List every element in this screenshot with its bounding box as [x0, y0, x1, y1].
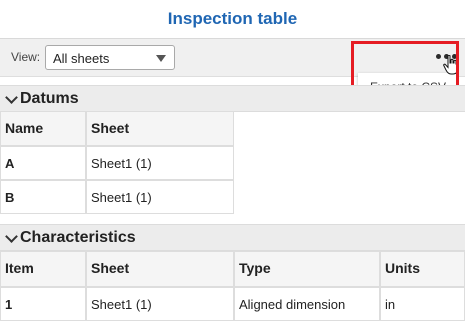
table-cell: Sheet1 (1) — [86, 287, 234, 321]
view-select[interactable]: All sheets — [45, 45, 175, 70]
view-select-value: All sheets — [53, 51, 110, 66]
datums-section-label: Datums — [20, 90, 79, 107]
table-cell: in — [380, 287, 465, 321]
characteristics-section-label: Characteristics — [20, 229, 136, 246]
chevron-down-icon — [5, 91, 18, 104]
table-cell: Sheet1 (1) — [86, 146, 234, 180]
column-header-item: Item — [0, 251, 86, 287]
chevron-down-icon — [156, 55, 166, 62]
column-header-type: Type — [234, 251, 380, 287]
datums-section-header[interactable]: Datums — [0, 85, 465, 112]
chevron-down-icon — [5, 230, 18, 243]
column-header-sheet: Sheet — [86, 111, 234, 146]
view-label: View: — [11, 50, 41, 64]
table-cell: B — [0, 180, 86, 214]
table-cell: Aligned dimension — [234, 287, 380, 321]
page-title: Inspection table — [167, 9, 298, 28]
table-cell: 1 — [0, 287, 86, 321]
characteristics-section-header[interactable]: Characteristics — [0, 224, 465, 251]
column-header-sheet: Sheet — [86, 251, 234, 287]
table-cell: A — [0, 146, 86, 180]
column-header-units: Units — [380, 251, 465, 287]
table-cell: Sheet1 (1) — [86, 180, 234, 214]
column-header-name: Name — [0, 111, 86, 146]
